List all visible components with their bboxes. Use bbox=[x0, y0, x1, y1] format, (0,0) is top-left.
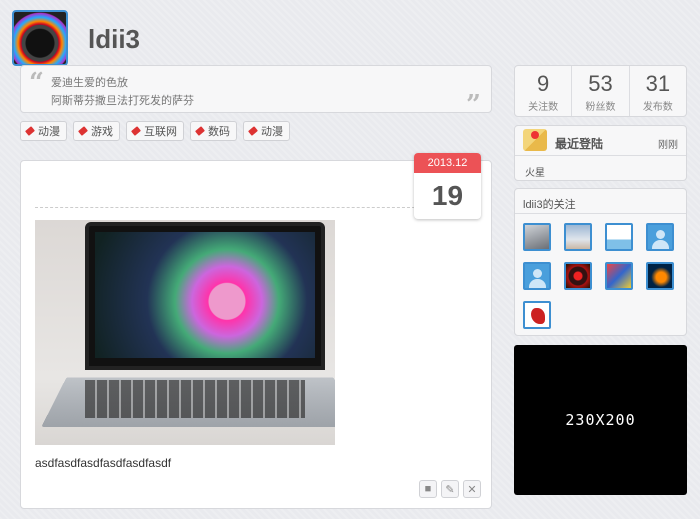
recent-login-title: 最近登陆 bbox=[555, 137, 604, 151]
following-avatar[interactable] bbox=[605, 262, 633, 290]
following-avatar[interactable] bbox=[523, 262, 551, 290]
following-avatar-grid bbox=[523, 223, 674, 329]
stat-number: 31 bbox=[645, 71, 671, 96]
close-icon[interactable]: ✕ bbox=[463, 480, 481, 498]
post-month: 2013.12 bbox=[414, 153, 481, 173]
following-avatar[interactable] bbox=[646, 262, 674, 290]
post-caption: asdfasdfasdfasdfasdfasdf bbox=[35, 456, 172, 470]
tag-icon bbox=[195, 126, 205, 136]
post-date-badge: 2013.12 19 bbox=[414, 153, 481, 219]
edit-icon[interactable]: ✎ bbox=[441, 480, 459, 498]
quote-open-icon: “ bbox=[29, 68, 44, 98]
ad-placeholder[interactable]: 230X200 bbox=[514, 345, 687, 495]
stat-label: 粉丝数 bbox=[585, 102, 616, 113]
stat-followers[interactable]: 53 粉丝数 bbox=[572, 66, 630, 116]
quote-close-icon: ” bbox=[466, 90, 481, 120]
tag-item[interactable]: 动漫 bbox=[20, 121, 67, 141]
user-stats: 9 关注数 53 粉丝数 31 发布数 bbox=[514, 65, 687, 117]
stat-number: 9 bbox=[537, 71, 550, 96]
following-avatar[interactable] bbox=[605, 223, 633, 251]
recent-login-panel: 最近登陆 刚刚 火星 bbox=[514, 125, 687, 181]
tag-icon bbox=[78, 126, 88, 136]
following-panel: ldii3的关注 bbox=[514, 188, 687, 336]
post-card: 2013.12 19 asdfasdfasdfasdfasdfasdf ■ ✎ … bbox=[20, 153, 492, 509]
tag-label: 互联网 bbox=[144, 126, 177, 138]
tag-item[interactable]: 动漫 bbox=[243, 121, 290, 141]
stat-posts[interactable]: 31 发布数 bbox=[630, 66, 686, 116]
stat-label: 发布数 bbox=[642, 102, 673, 113]
tag-item[interactable]: 数码 bbox=[190, 121, 237, 141]
tag-item[interactable]: 游戏 bbox=[73, 121, 120, 141]
following-avatar[interactable] bbox=[523, 223, 551, 251]
user-bio-quote: “ 爱迪生爱的色放 阿斯蒂芬撒旦法打死发的萨芬 ” bbox=[20, 65, 492, 120]
tag-item[interactable]: 互联网 bbox=[126, 121, 184, 141]
user-avatar[interactable] bbox=[12, 10, 68, 66]
following-avatar[interactable] bbox=[564, 223, 592, 251]
stat-following[interactable]: 9 关注数 bbox=[515, 66, 573, 116]
tag-label: 数码 bbox=[208, 126, 230, 138]
stat-number: 53 bbox=[588, 71, 613, 96]
following-title: ldii3的关注 bbox=[515, 189, 686, 214]
following-avatar[interactable] bbox=[564, 262, 592, 290]
username[interactable]: ldii3 bbox=[88, 24, 140, 55]
post-day: 19 bbox=[431, 180, 464, 211]
following-avatar[interactable] bbox=[646, 223, 674, 251]
post-actions: ■ ✎ ✕ bbox=[419, 480, 481, 498]
following-avatar[interactable] bbox=[523, 301, 551, 329]
tag-label: 动漫 bbox=[38, 126, 60, 138]
map-icon bbox=[523, 129, 547, 151]
tag-list: 动漫 游戏 互联网 数码 动漫 bbox=[20, 121, 290, 141]
laptop-keyboard bbox=[85, 380, 305, 418]
stat-label: 关注数 bbox=[528, 102, 559, 113]
bio-line-1: 爱迪生爱的色放 bbox=[51, 77, 128, 89]
post-image[interactable] bbox=[35, 220, 335, 445]
bio-line-2: 阿斯蒂芬撒旦法打死发的萨芬 bbox=[51, 95, 194, 107]
recent-login-location: 火星 bbox=[525, 168, 545, 179]
laptop-screen bbox=[85, 222, 325, 370]
tag-icon bbox=[131, 126, 141, 136]
recent-login-time: 刚刚 bbox=[658, 140, 678, 151]
tag-label: 动漫 bbox=[261, 126, 283, 138]
tag-label: 游戏 bbox=[91, 126, 113, 138]
tag-icon bbox=[248, 126, 258, 136]
comment-icon[interactable]: ■ bbox=[419, 480, 437, 498]
tag-icon bbox=[25, 126, 35, 136]
divider bbox=[35, 207, 415, 208]
